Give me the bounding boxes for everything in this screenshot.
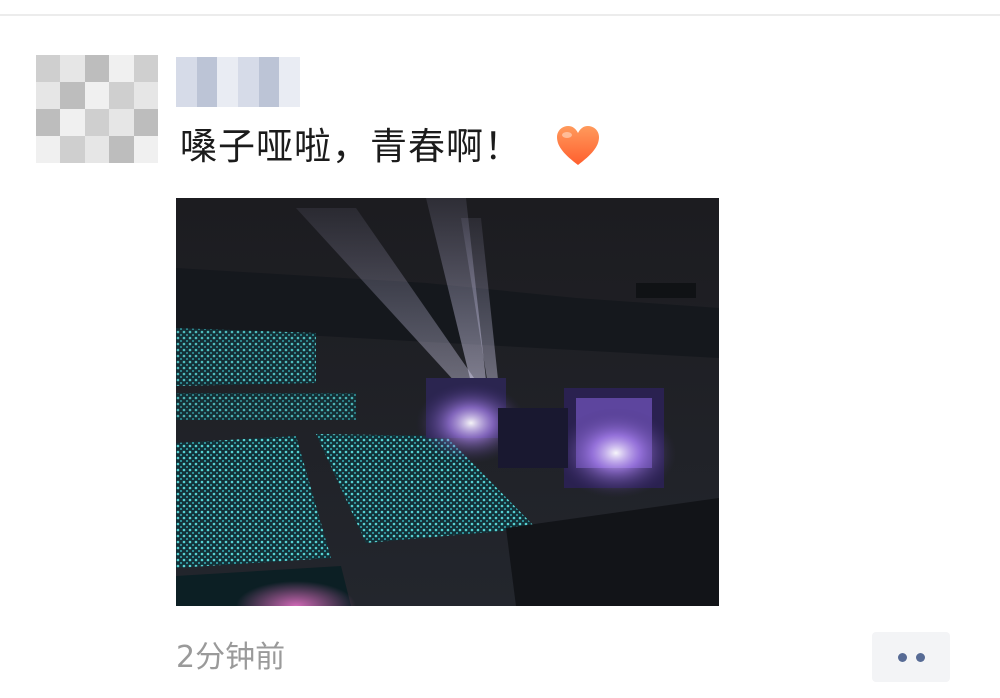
- heart-icon: [557, 126, 599, 165]
- post-text: 嗓子哑啦，青春啊！: [180, 125, 522, 168]
- moments-feed: 嗓子哑啦，青春啊！ 2分钟前: [0, 0, 1000, 698]
- more-options-button[interactable]: [872, 632, 950, 682]
- timestamp: 2分钟前: [176, 640, 286, 675]
- dot-icon: [915, 652, 925, 662]
- concert-photo[interactable]: [176, 198, 719, 606]
- dot-icon: [897, 652, 907, 662]
- username-blurred[interactable]: [176, 57, 300, 107]
- divider: [0, 14, 1000, 16]
- avatar[interactable]: [36, 55, 158, 163]
